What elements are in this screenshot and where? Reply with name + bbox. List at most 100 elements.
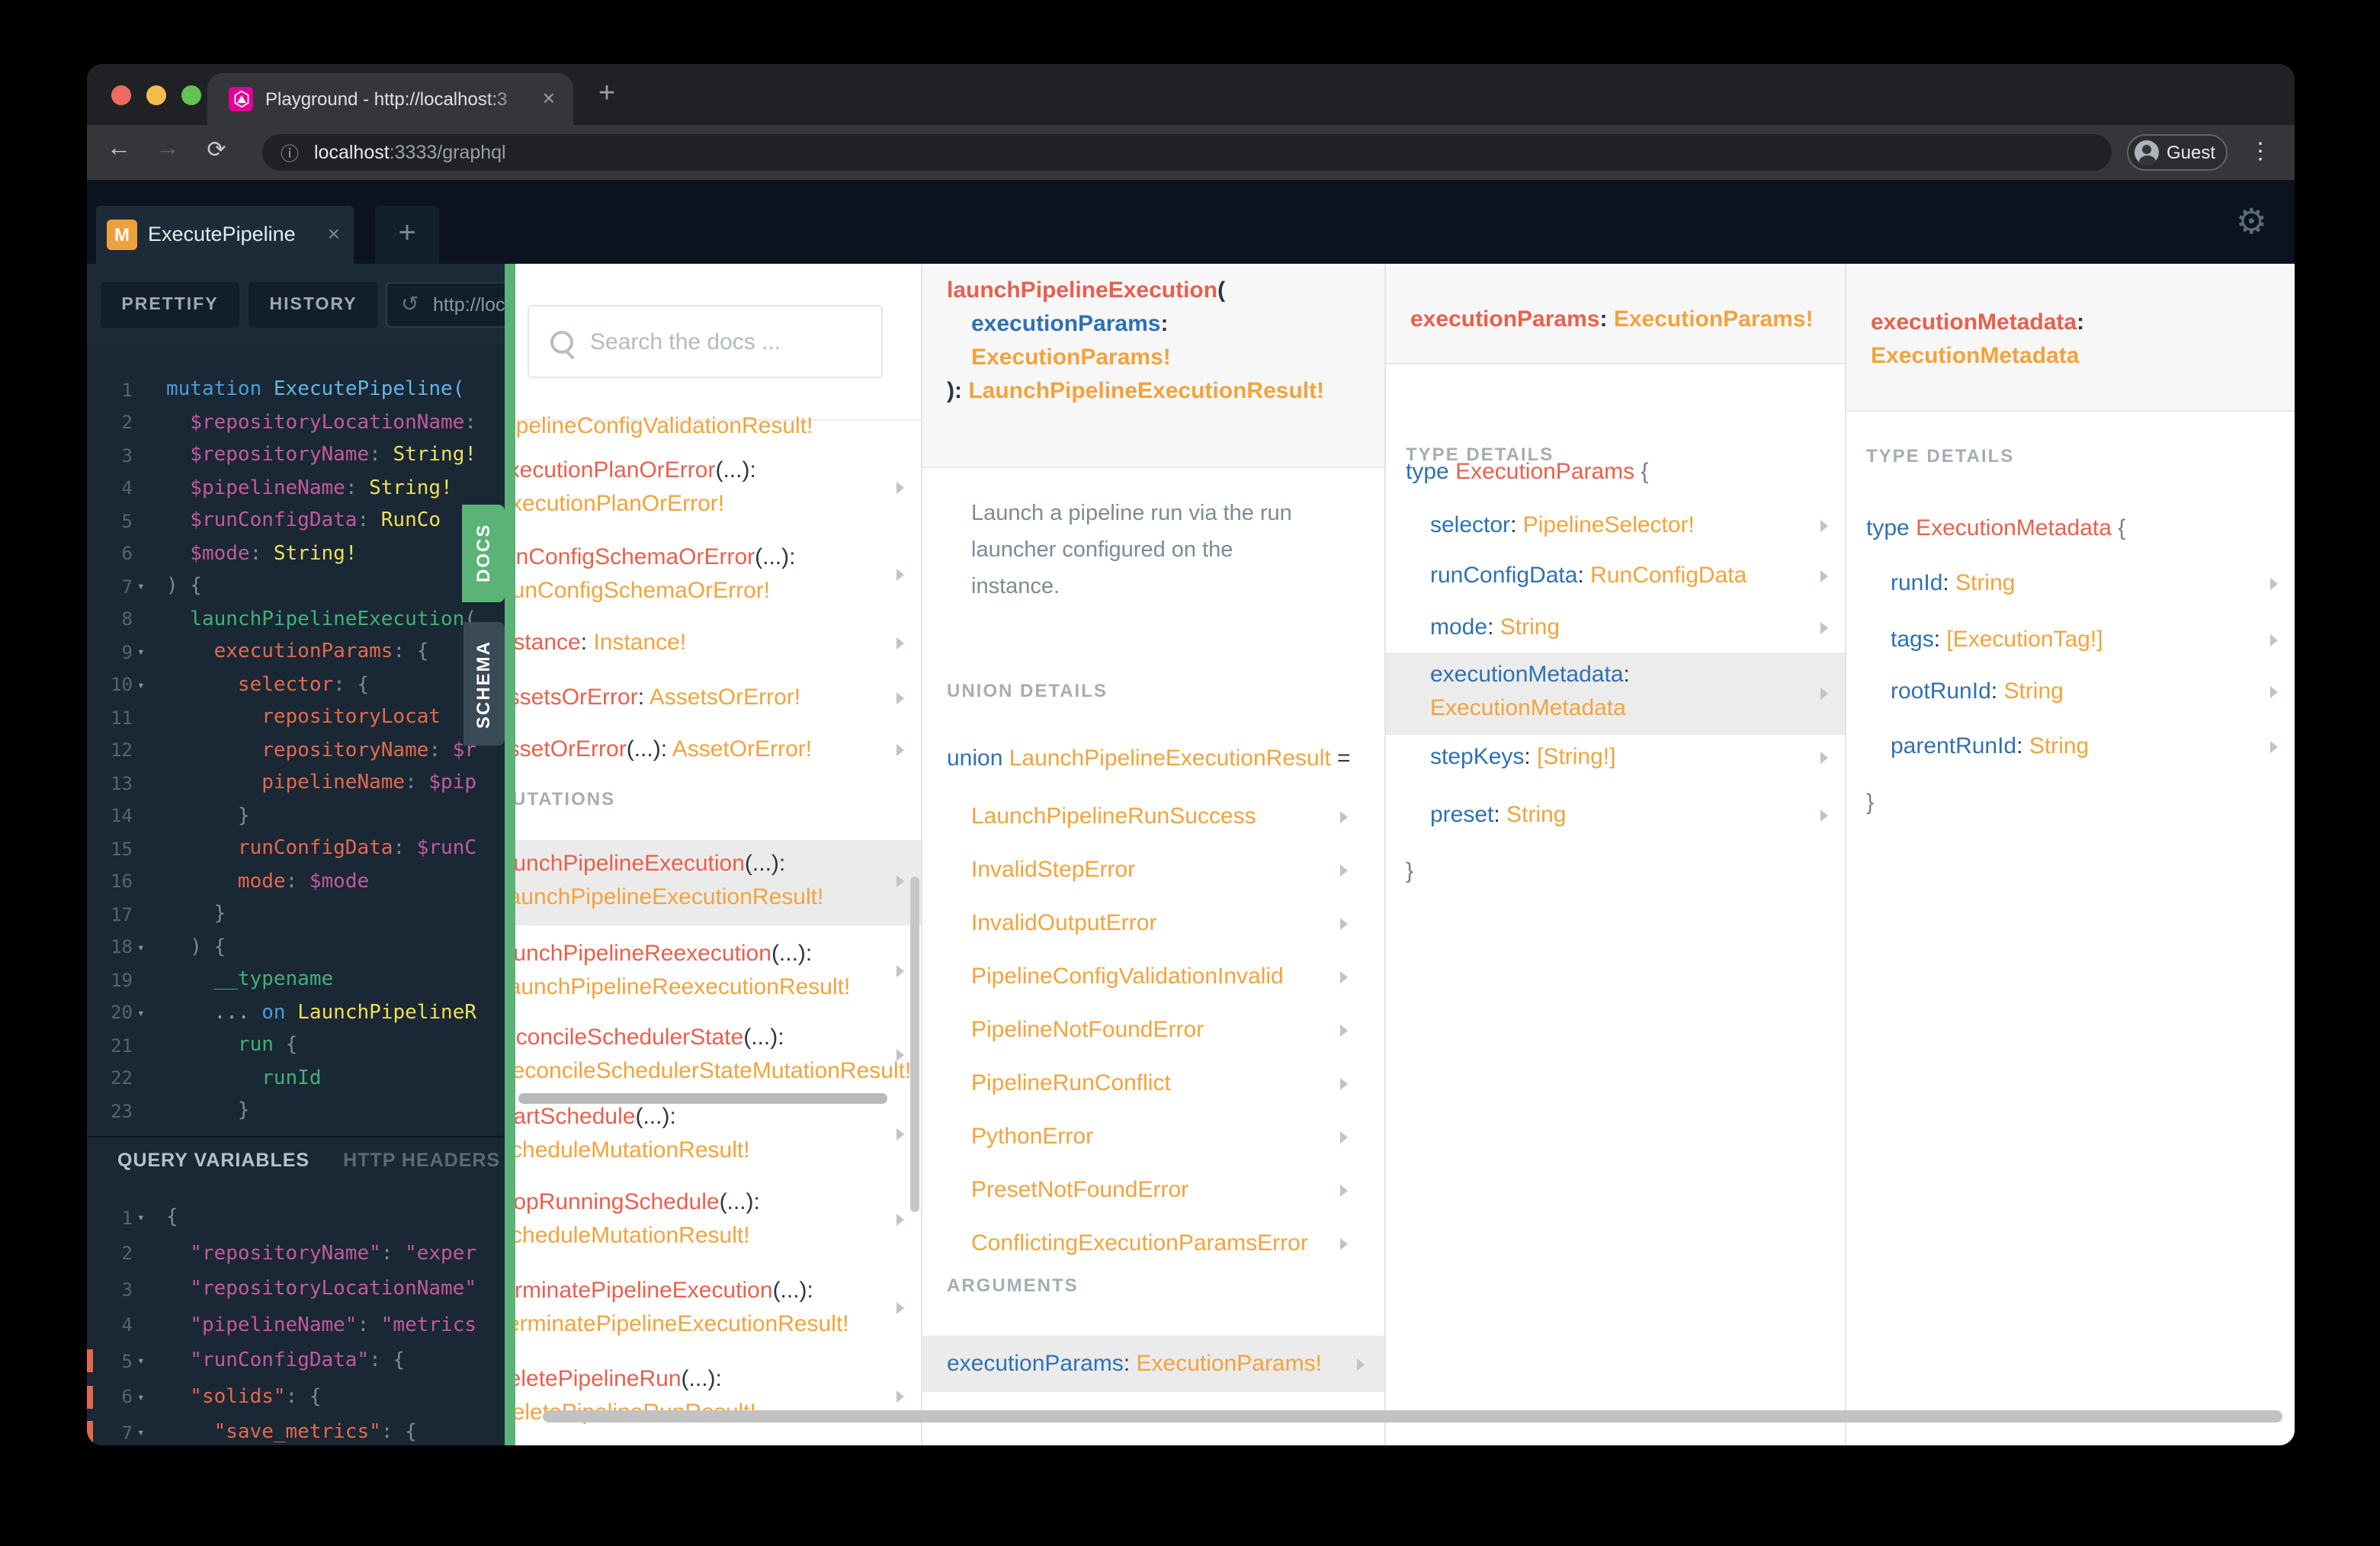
doc-list-item[interactable]: PipelineConfigValidationResult! — [515, 410, 921, 443]
expand-arrow-icon[interactable] — [897, 743, 904, 756]
query-editor[interactable]: PRETTIFY HISTORY ↺ http://loc 1 mutation … — [87, 264, 505, 1445]
doc-list-item[interactable]: reconcileSchedulerState(...): ReconcileSc… — [515, 1022, 921, 1087]
expand-arrow-icon[interactable] — [2270, 578, 2278, 590]
code-line[interactable]: 18 ▾ ) { — [87, 931, 505, 964]
union-member[interactable]: PresetNotFoundError — [922, 1163, 1384, 1217]
code-line[interactable]: 4 "pipelineName": "metrics — [87, 1307, 505, 1343]
doc-list-item[interactable]: executionPlanOrError(...): ExecutionPlanO… — [515, 454, 921, 520]
tab-close-icon[interactable]: × — [543, 85, 555, 110]
back-icon[interactable]: ← — [102, 136, 136, 163]
union-member[interactable]: InvalidStepError — [922, 843, 1384, 896]
tab-http-headers[interactable]: HTTP HEADERS — [343, 1150, 500, 1171]
type-field-row[interactable]: stepKeys: [String!] — [1386, 741, 1845, 775]
history-button[interactable]: HISTORY — [249, 282, 378, 328]
code-line[interactable]: 3 "repositoryLocationName" — [87, 1272, 505, 1307]
doc-list-item[interactable]: launchPipelineExecution(...): LaunchPipel… — [515, 848, 921, 913]
fold-caret-icon[interactable]: ▾ — [133, 646, 159, 659]
expand-arrow-icon[interactable] — [1357, 1358, 1365, 1370]
code-line[interactable]: 6 ▾ "solids": { — [87, 1379, 505, 1415]
close-window-button[interactable] — [111, 85, 131, 105]
code-line[interactable]: 7 ▾) { — [87, 570, 505, 603]
fold-caret-icon[interactable]: ▾ — [133, 1006, 159, 1020]
code-line[interactable]: 7 ▾ "save_metrics": { — [87, 1415, 505, 1445]
expand-arrow-icon[interactable] — [1340, 970, 1348, 983]
doc-list-item[interactable]: assetsOrError: AssetsOrError! — [515, 682, 921, 714]
browser-menu-icon[interactable]: ⋮ — [2249, 137, 2272, 165]
tab-query-variables[interactable]: QUERY VARIABLES — [117, 1150, 310, 1171]
maximize-window-button[interactable] — [181, 85, 201, 105]
fold-caret-icon[interactable]: ▾ — [133, 1211, 159, 1225]
doc-list-item[interactable]: runConfigSchemaOrError(...): RunConfigSch… — [515, 541, 921, 607]
reload-icon[interactable]: ⟳ — [200, 136, 233, 163]
union-member[interactable]: LaunchPipelineRunSuccess — [922, 790, 1384, 843]
code-line[interactable]: 8 launchPipelineExecution( — [87, 603, 505, 636]
code-line[interactable]: 20 ▾ ... on LaunchPipelineR — [87, 996, 505, 1029]
docs-divider-bar[interactable] — [505, 264, 515, 1445]
type-field-row[interactable]: preset: String — [1386, 799, 1845, 832]
code-line[interactable]: 3 $repositoryName: String! — [87, 439, 505, 472]
union-member[interactable]: PipelineConfigValidationInvalid — [922, 950, 1384, 1003]
code-line[interactable]: 16 mode: $mode — [87, 865, 505, 898]
prettify-button[interactable]: PRETTIFY — [101, 282, 239, 328]
expand-arrow-icon[interactable] — [2270, 741, 2278, 753]
code-line[interactable]: 13 pipelineName: $pip — [87, 767, 505, 800]
expand-arrow-icon[interactable] — [1340, 1131, 1348, 1143]
expand-arrow-icon[interactable] — [1340, 1024, 1348, 1036]
tab-docs[interactable]: DOCS — [462, 505, 505, 602]
code-line[interactable]: 5 $runConfigData: RunCo — [87, 505, 505, 537]
type-field-row[interactable]: executionMetadata: ExecutionMetadata — [1386, 653, 1845, 735]
expand-arrow-icon[interactable] — [897, 1213, 904, 1225]
expand-arrow-icon[interactable] — [897, 568, 904, 580]
fold-caret-icon[interactable]: ▾ — [133, 941, 159, 954]
expand-arrow-icon[interactable] — [1340, 1237, 1348, 1249]
code-line[interactable]: 2 "repositoryName": "exper — [87, 1236, 505, 1272]
expand-arrow-icon[interactable] — [2270, 634, 2278, 646]
fold-caret-icon[interactable]: ▾ — [133, 1390, 159, 1404]
site-info-icon[interactable]: ⓘ — [281, 140, 299, 166]
type-field-row[interactable]: runId: String — [1846, 567, 2295, 601]
expand-arrow-icon[interactable] — [1340, 917, 1348, 929]
docs-vertical-scrollbar[interactable] — [910, 877, 919, 1212]
expand-arrow-icon[interactable] — [1820, 810, 1828, 822]
type-field-row[interactable]: tags: [ExecutionTag!] — [1846, 624, 2295, 657]
doc-list-item[interactable]: assetOrError(...): AssetOrError! — [515, 733, 921, 766]
doc-list-item[interactable]: launchPipelineReexecution(...): LaunchPip… — [515, 938, 921, 1003]
union-member[interactable]: PipelineRunConflict — [922, 1057, 1384, 1110]
session-tab[interactable]: M ExecutePipeline × — [96, 206, 354, 264]
session-close-icon[interactable]: × — [328, 221, 340, 245]
fold-caret-icon[interactable]: ▾ — [133, 1355, 159, 1368]
fold-caret-icon[interactable]: ▾ — [133, 580, 159, 594]
type-field-row[interactable]: mode: String — [1386, 611, 1845, 645]
expand-arrow-icon[interactable] — [897, 637, 904, 650]
docs-horizontal-scrollbar[interactable] — [543, 1410, 2282, 1423]
expand-arrow-icon[interactable] — [1340, 864, 1348, 876]
settings-gear-icon[interactable]: ⚙ — [2236, 201, 2267, 242]
type-field-row[interactable]: rootRunId: String — [1846, 675, 2295, 709]
type-field-row[interactable]: selector: PipelineSelector! — [1386, 509, 1845, 543]
code-line[interactable]: 21 run { — [87, 1029, 505, 1062]
fold-caret-icon[interactable]: ▾ — [133, 678, 159, 692]
code-line[interactable]: 10 ▾ selector: { — [87, 669, 505, 701]
code-line[interactable]: 6 $mode: String! — [87, 537, 505, 570]
expand-arrow-icon[interactable] — [897, 1048, 904, 1060]
new-tab-button[interactable]: + — [587, 75, 627, 114]
code-line[interactable]: 4 $pipelineName: String! — [87, 472, 505, 505]
endpoint-history-icon[interactable]: ↺ — [401, 291, 419, 317]
code-line[interactable]: 11 repositoryLocat — [87, 701, 505, 734]
code-line[interactable]: 1 mutation ExecutePipeline( — [87, 374, 505, 406]
graphql-code-area[interactable]: 1 mutation ExecutePipeline(2 $repositoryL… — [87, 374, 505, 1127]
code-line[interactable]: 17 } — [87, 898, 505, 931]
argument-row-selected[interactable]: executionParams: ExecutionParams! — [922, 1336, 1384, 1392]
expand-arrow-icon[interactable] — [1340, 1184, 1348, 1196]
endpoint-input[interactable]: ↺ http://loc — [386, 282, 505, 328]
expand-arrow-icon[interactable] — [1340, 1077, 1348, 1089]
fold-caret-icon[interactable]: ▾ — [133, 1426, 159, 1440]
doc-list-item[interactable]: startSchedule(...):ScheduleMutationResul… — [515, 1101, 921, 1166]
expand-arrow-icon[interactable] — [897, 1301, 904, 1313]
union-member[interactable]: PipelineNotFoundError — [922, 1003, 1384, 1057]
expand-arrow-icon[interactable] — [897, 691, 904, 704]
expand-arrow-icon[interactable] — [897, 1127, 904, 1140]
code-line[interactable]: 2 $repositoryLocationName: — [87, 406, 505, 439]
expand-arrow-icon[interactable] — [1820, 752, 1828, 764]
code-line[interactable]: 9 ▾ executionParams: { — [87, 636, 505, 669]
